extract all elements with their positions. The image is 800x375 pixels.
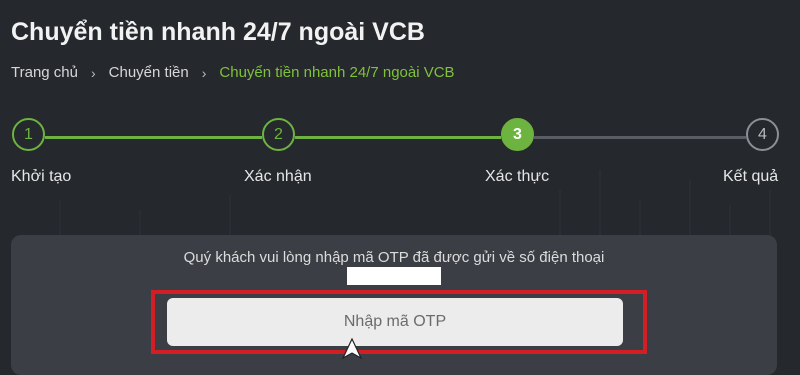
step-connector-3 <box>534 136 746 139</box>
step-4-circle: 4 <box>746 118 779 151</box>
step-2-label: Xác nhận <box>244 168 312 185</box>
chevron-right-icon: › <box>90 64 96 81</box>
breadcrumb-transfer[interactable]: Chuyển tiền <box>109 64 189 81</box>
mouse-cursor-icon <box>341 338 363 360</box>
otp-instruction: Quý khách vui lòng nhập mã OTP đã được g… <box>183 249 605 266</box>
step-3-circle: 3 <box>501 118 534 151</box>
chevron-right-icon: › <box>201 64 207 81</box>
breadcrumb: Trang chủ › Chuyển tiền › Chuyển tiền nh… <box>11 64 455 81</box>
otp-input[interactable] <box>167 298 623 346</box>
step-1-label: Khởi tạo <box>11 168 72 185</box>
breadcrumb-current: Chuyển tiền nhanh 24/7 ngoài VCB <box>219 64 455 81</box>
page-title: Chuyển tiền nhanh 24/7 ngoài VCB <box>11 18 425 46</box>
step-3-label: Xác thực <box>485 168 550 185</box>
step-connector-1 <box>45 136 262 139</box>
step-1-circle: 1 <box>12 118 45 151</box>
step-2-circle: 2 <box>262 118 295 151</box>
progress-stepper: 1 2 3 4 Khởi tạo Xác nhận Xác thực Kết q… <box>0 118 800 198</box>
step-4-label: Kết quả <box>723 168 779 185</box>
step-connector-2 <box>295 136 501 139</box>
breadcrumb-home[interactable]: Trang chủ <box>11 64 78 81</box>
masked-phone-number <box>347 267 441 285</box>
